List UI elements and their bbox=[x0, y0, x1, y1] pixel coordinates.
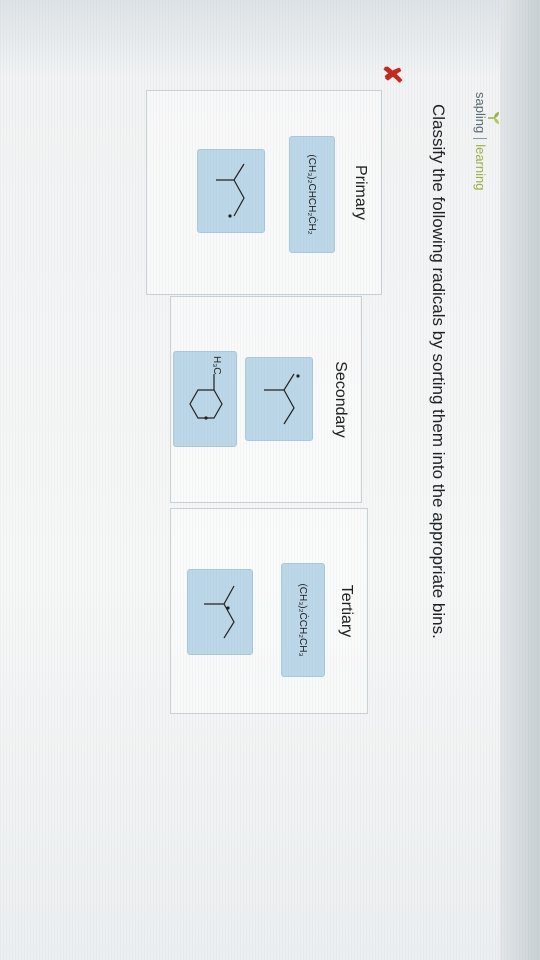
radical-tile-formula-tertiary[interactable]: (CH₃)₂ĊCH₂CH₃ bbox=[281, 563, 325, 677]
radical-formula: (CH₃)₂CHCH₂ĊH₂ bbox=[306, 154, 318, 235]
methylcyclohexyl-radical-skeletal-icon bbox=[189, 374, 223, 420]
logo-divider bbox=[473, 138, 487, 140]
bin-tertiary[interactable]: Tertiary (CH₃)₂ĊCH₂CH₃ bbox=[170, 508, 368, 714]
logo-sub-text: learning bbox=[473, 144, 488, 191]
bin-secondary[interactable]: Secondary H₃C bbox=[170, 296, 362, 503]
radical-tile-structure-secondary-a[interactable] bbox=[245, 357, 313, 441]
radical-tile-structure-primary[interactable] bbox=[197, 149, 265, 233]
radical-tile-structure-secondary-b[interactable]: H₃C bbox=[173, 351, 237, 447]
logo-brand-text: sapling bbox=[473, 92, 488, 134]
sapling-learning-logo: sapling learning bbox=[473, 92, 499, 191]
monitor-bezel bbox=[500, 0, 540, 960]
radical-tile-structure-tertiary[interactable] bbox=[187, 569, 253, 655]
bin-primary[interactable]: Primary (CH₃)₂CHCH₂ĊH₂ bbox=[146, 90, 382, 295]
sapling-leaf-icon bbox=[488, 112, 499, 124]
isopentyl-radical-skeletal-icon bbox=[216, 163, 245, 218]
bin-title-primary: Primary bbox=[352, 164, 369, 221]
branched-secondary-radical-skeletal-icon bbox=[264, 373, 300, 425]
methyl-group-label: H₃C bbox=[211, 356, 222, 375]
app-screen: sapling learning ✘ Classify the followin… bbox=[0, 0, 540, 960]
radical-formula: (CH₃)₂ĊCH₂CH₃ bbox=[297, 583, 309, 657]
question-prompt: Classify the following radicals by sorti… bbox=[429, 104, 448, 639]
bin-title-tertiary: Tertiary bbox=[338, 584, 355, 638]
bin-title-secondary: Secondary bbox=[332, 361, 349, 438]
tertiary-radical-skeletal-icon bbox=[204, 585, 235, 639]
radical-tile-formula-primary[interactable]: (CH₃)₂CHCH₂ĊH₂ bbox=[289, 136, 335, 253]
incorrect-x-icon: ✘ bbox=[378, 64, 405, 85]
